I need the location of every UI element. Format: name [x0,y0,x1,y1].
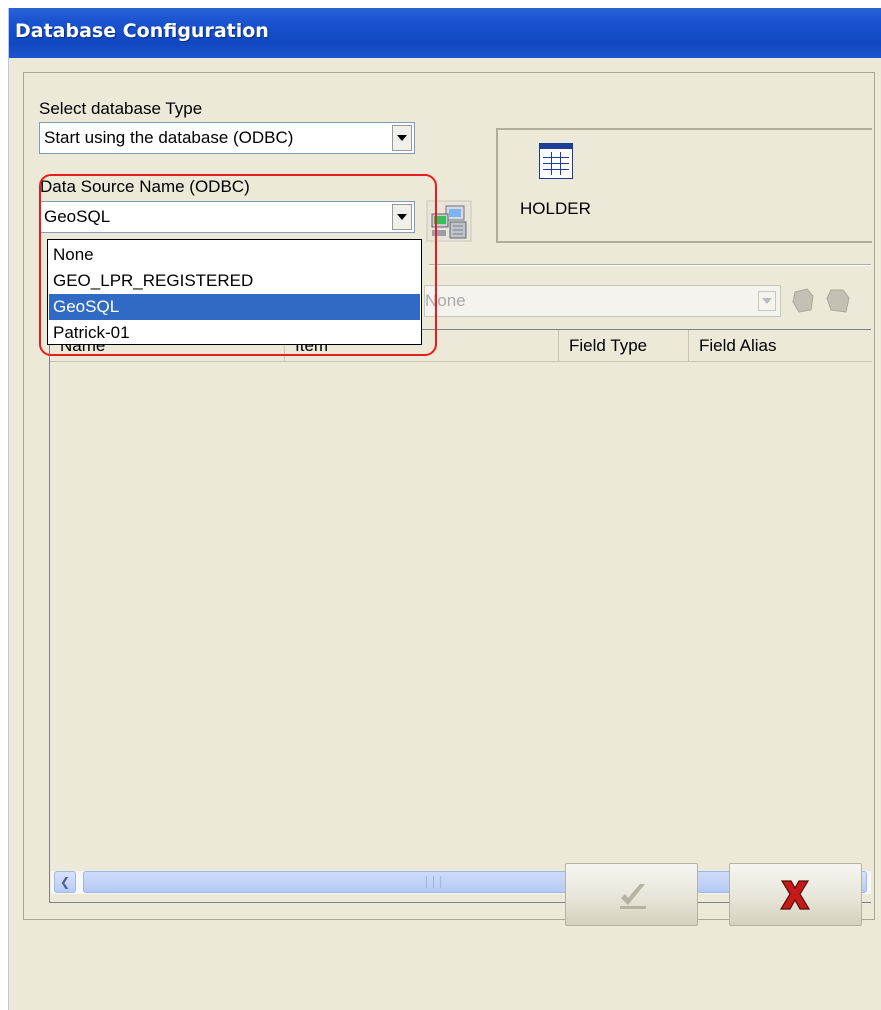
dsn-select[interactable]: GeoSQL [39,201,415,233]
add-field-icon[interactable] [789,286,819,316]
column-header-field-alias[interactable]: Field Alias [689,330,872,362]
title-bar[interactable]: Database Configuration [9,8,881,58]
dsn-option-geosql[interactable]: GeoSQL [49,294,420,320]
dsn-dropdown-list[interactable]: None GEO_LPR_REGISTERED GeoSQL Patrick-0… [47,239,422,345]
cancel-button[interactable] [729,863,862,926]
dsn-label: Data Source Name (ODBC) [40,177,250,196]
table-select-value: None [425,291,466,310]
window-title: Database Configuration [15,20,269,42]
db-type-dropdown-button[interactable] [392,125,412,151]
ok-button[interactable] [565,863,698,926]
dsn-option-patrick-01[interactable]: Patrick-01 [49,320,420,346]
db-type-value: Start using the database (ODBC) [44,128,294,147]
x-icon [779,880,811,910]
chevron-left-icon: ❮ [59,875,71,889]
dsn-option-none[interactable]: None [49,242,420,268]
database-configuration-window: Database Configuration Select database T… [8,8,881,1010]
grip-icon: │││ [423,876,446,888]
holder-panel: HOLDER [496,128,872,243]
odbc-config-icon[interactable] [426,200,472,242]
chevron-down-icon [397,214,407,220]
checkmark-icon [620,884,646,909]
db-type-select[interactable]: Start using the database (ODBC) [39,122,415,154]
dsn-value: GeoSQL [44,207,111,226]
remove-field-icon[interactable] [823,286,853,316]
db-type-label: Select database Type [39,99,203,118]
fields-table[interactable]: Name Item Field Type Field Alias ❮ │││ ❯ [49,329,872,903]
chevron-down-icon [397,135,407,141]
chevron-down-icon [762,298,772,304]
table-icon [539,143,573,179]
separator [429,264,871,266]
column-header-field-type[interactable]: Field Type [559,330,689,362]
table-select[interactable]: None [424,285,781,317]
dsn-option-geo-lpr-registered[interactable]: GEO_LPR_REGISTERED [49,268,420,294]
holder-label: HOLDER [520,199,591,218]
table-dropdown-button[interactable] [758,291,776,311]
dsn-dropdown-button[interactable] [392,204,412,230]
scroll-left-button[interactable]: ❮ [54,871,76,893]
